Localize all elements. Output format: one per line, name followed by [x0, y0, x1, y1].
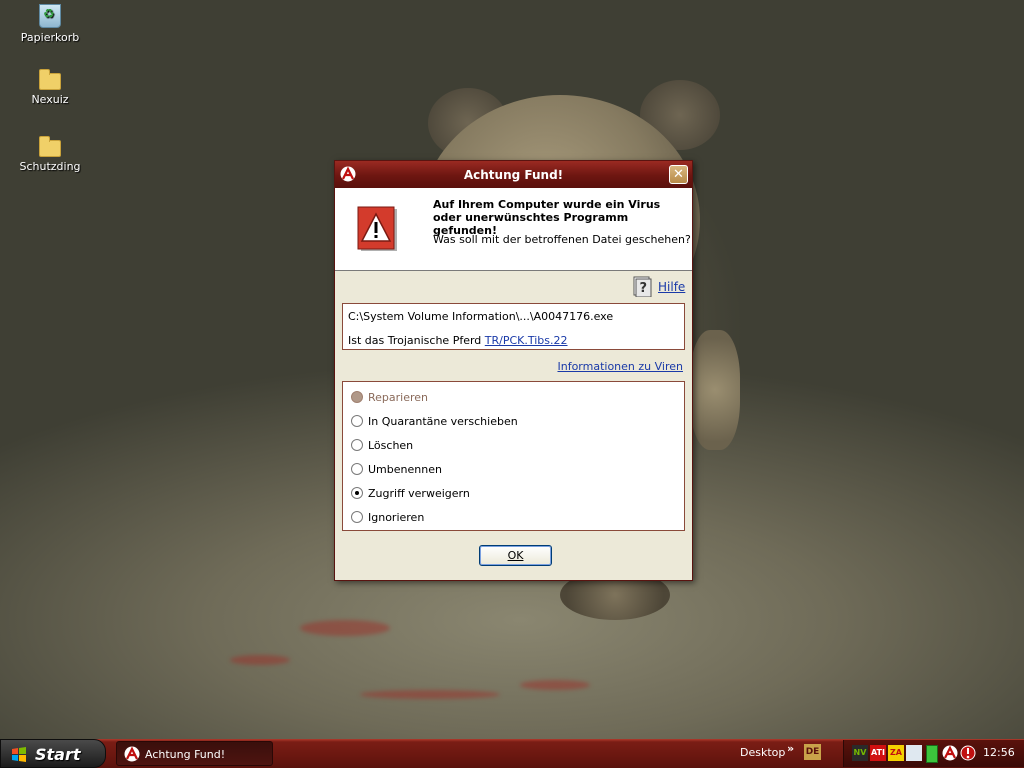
nvidia-icon[interactable]: NV [852, 745, 868, 761]
desktop-icon-label: Nexuiz [31, 93, 69, 106]
taskbar-clock[interactable]: 12:56 [983, 746, 1015, 759]
desktop-icon-nexuiz[interactable]: Nexuiz [10, 69, 90, 106]
desktop-icon-recycle-bin[interactable]: Papierkorb [10, 4, 90, 44]
ok-button[interactable]: OK [479, 545, 552, 566]
network-icon[interactable] [906, 745, 922, 761]
virus-info-link[interactable]: Informationen zu Viren [557, 360, 683, 373]
radio-button[interactable] [351, 391, 363, 403]
taskbar-button-label: Achtung Fund! [145, 748, 226, 761]
virus-alert-dialog: Achtung Fund! ✕ Auf Ihrem Computer wurde… [334, 160, 693, 581]
taskbar-button-achtung-fund[interactable]: Achtung Fund! [116, 741, 273, 766]
option-label: Löschen [368, 439, 414, 452]
option-ignore[interactable]: Ignorieren [351, 511, 424, 525]
wallpaper-teddy-arm [690, 330, 740, 450]
option-deny-access[interactable]: Zugriff verweigern [351, 487, 470, 501]
battery-icon[interactable] [926, 745, 938, 763]
radio-button[interactable] [351, 463, 363, 475]
wallpaper-stain [300, 620, 390, 636]
radio-button[interactable] [351, 511, 363, 523]
wallpaper-stain [360, 690, 500, 699]
ati-icon[interactable]: ATI [870, 745, 886, 761]
option-label: In Quarantäne verschieben [368, 415, 518, 428]
option-quarantine[interactable]: In Quarantäne verschieben [351, 415, 518, 429]
start-button[interactable]: Start [0, 739, 106, 768]
option-label: Zugriff verweigern [368, 487, 470, 500]
wallpaper-stain [520, 680, 590, 690]
language-indicator[interactable]: DE [804, 744, 821, 760]
alert-question: Was soll mit der betroffenen Datei gesch… [433, 233, 691, 246]
folder-icon [39, 136, 61, 157]
system-tray: NV ATI ZA 12:56 [843, 740, 1024, 767]
option-label: Ignorieren [368, 511, 425, 524]
threat-description: Ist das Trojanische Pferd TR/PCK.Tibs.22 [348, 334, 568, 347]
desktop-toolbar-label[interactable]: Desktop [740, 746, 785, 759]
avira-guard-icon[interactable] [960, 745, 976, 761]
desktop-icon-label: Papierkorb [20, 31, 80, 44]
help-icon[interactable]: ? [633, 276, 652, 297]
detected-file-panel: C:\System Volume Information\...\A004717… [342, 303, 685, 350]
svg-text:?: ? [640, 281, 648, 296]
warning-icon [357, 206, 397, 251]
alert-headline: Auf Ihrem Computer wurde ein Virus oder … [433, 198, 661, 237]
close-button[interactable]: ✕ [669, 165, 688, 184]
option-label: Umbenennen [368, 463, 442, 476]
option-rename[interactable]: Umbenennen [351, 463, 442, 477]
desktop-icon-schutzding[interactable]: Schutzding [10, 136, 90, 173]
avira-tray-icon[interactable] [942, 745, 958, 761]
folder-icon [39, 69, 61, 90]
action-options-group: Reparieren In Quarantäne verschieben Lös… [342, 381, 685, 531]
desktop-icon-label: Schutzding [19, 160, 81, 173]
windows-logo-icon [12, 747, 26, 762]
radio-button[interactable] [351, 415, 363, 427]
threat-prefix: Ist das Trojanische Pferd [348, 334, 482, 347]
dialog-title: Achtung Fund! [463, 168, 564, 182]
recycle-bin-icon [39, 4, 61, 28]
help-link[interactable]: Hilfe [658, 280, 685, 294]
radio-button[interactable] [351, 487, 363, 499]
zonealarm-icon[interactable]: ZA [888, 745, 904, 761]
file-path-text: C:\System Volume Information\...\A004717… [348, 310, 614, 323]
option-label: Reparieren [368, 391, 429, 404]
option-delete[interactable]: Löschen [351, 439, 413, 453]
taskbar: Start Achtung Fund! Desktop » DE NV ATI … [0, 739, 1024, 768]
option-repair[interactable]: Reparieren [351, 391, 428, 405]
start-label: Start [35, 745, 81, 764]
dialog-title-bar[interactable]: Achtung Fund! ✕ [335, 161, 692, 188]
wallpaper-stain [230, 655, 290, 665]
radio-button[interactable] [351, 439, 363, 451]
toolbar-chevron-icon[interactable]: » [787, 742, 794, 755]
dialog-message-area: Auf Ihrem Computer wurde ein Virus oder … [335, 188, 692, 271]
threat-name-link[interactable]: TR/PCK.Tibs.22 [485, 334, 568, 347]
avira-logo-icon [124, 746, 140, 762]
